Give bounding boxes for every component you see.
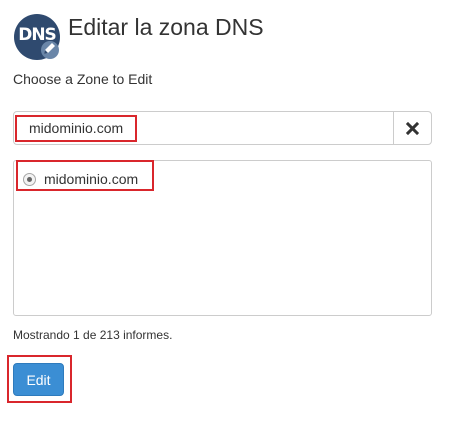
choose-zone-label: Choose a Zone to Edit bbox=[13, 71, 153, 87]
page-title: Editar la zona DNS bbox=[68, 13, 264, 40]
pencil-icon bbox=[41, 41, 59, 59]
edit-button[interactable]: Edit bbox=[13, 363, 64, 396]
radio-selected-dot bbox=[27, 176, 32, 182]
pagination-info: Mostrando 1 de 213 informes. bbox=[13, 328, 173, 342]
zone-option[interactable]: midominio.com bbox=[23, 168, 138, 190]
dns-zone-editor-icon: DNS bbox=[14, 14, 60, 60]
close-icon bbox=[406, 121, 419, 135]
zone-list[interactable]: midominio.com bbox=[13, 160, 432, 316]
dns-zone-editor-page: DNS Editar la zona DNS Choose a Zone to … bbox=[0, 0, 460, 424]
zone-search-input[interactable] bbox=[14, 112, 394, 144]
zone-radio-button[interactable] bbox=[23, 172, 36, 186]
zone-search-group bbox=[13, 111, 432, 145]
page-header: DNS Editar la zona DNS bbox=[14, 14, 264, 60]
clear-search-button[interactable] bbox=[393, 112, 431, 144]
zone-option-label: midominio.com bbox=[44, 171, 139, 187]
